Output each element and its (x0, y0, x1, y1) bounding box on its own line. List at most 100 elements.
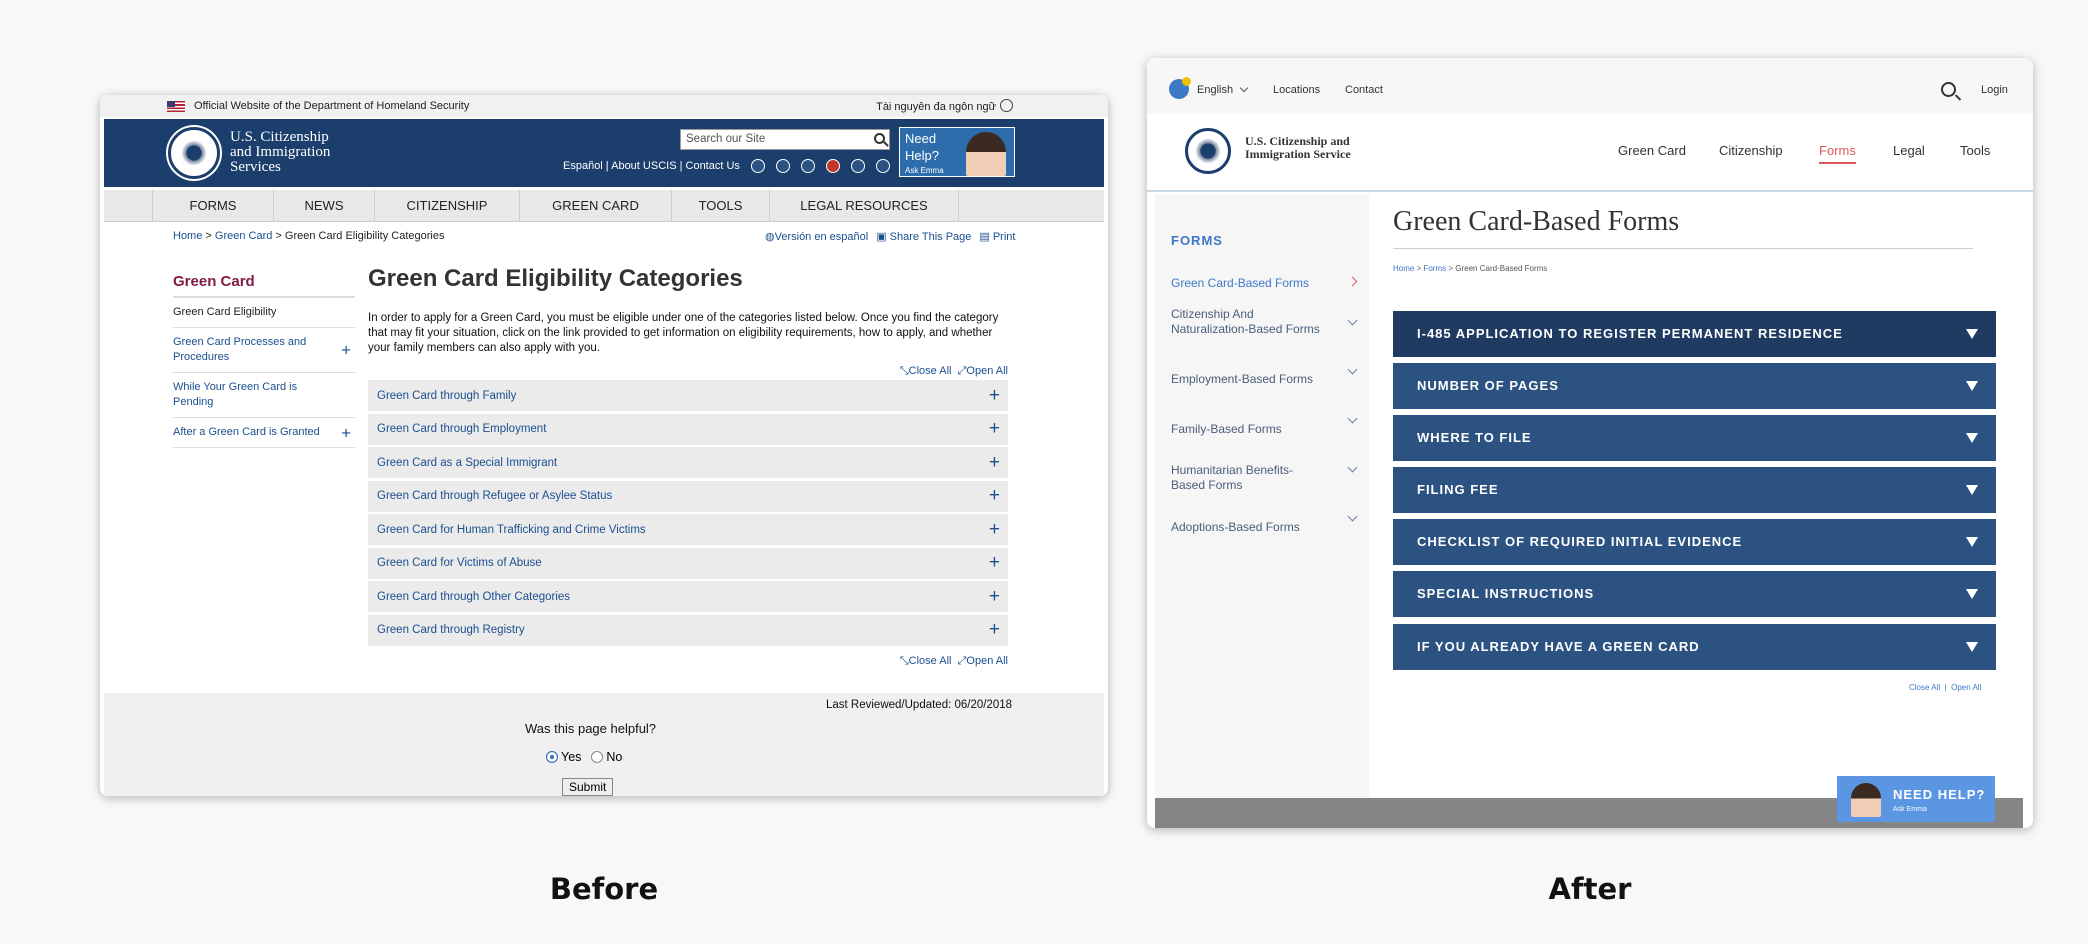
accordion-item[interactable]: I-485 APPLICATION TO REGISTER PERMANENT … (1393, 311, 1996, 357)
plus-icon: + (988, 451, 1000, 473)
nav-forms[interactable]: Forms (1819, 143, 1856, 164)
accordion-item[interactable]: Green Card through Family + (368, 380, 1008, 411)
search-icon[interactable] (874, 133, 885, 144)
need-help-button[interactable]: NEED HELP? Ask Emma (1837, 776, 1995, 822)
emma-avatar (1851, 783, 1881, 817)
language-link[interactable]: Tài nguyên đa ngôn ngữ (876, 99, 1013, 113)
plus-icon: + (988, 552, 1000, 573)
after-caption: After (1548, 872, 1632, 906)
breadcrumb-home[interactable]: Home (1393, 264, 1414, 273)
search-icon[interactable] (1941, 82, 1956, 97)
radio-unchecked-icon (591, 751, 604, 763)
nav-news[interactable]: NEWS (273, 190, 374, 222)
nav-green-card[interactable]: Green Card (1618, 143, 1686, 158)
emma-avatar (966, 132, 1006, 176)
dhs-seal-logo[interactable] (168, 127, 220, 179)
accordion-item[interactable]: SPECIAL INSTRUCTIONS (1393, 571, 1996, 617)
before-screenshot: Official Website of the Department of Ho… (100, 95, 1108, 796)
nav-forms[interactable]: FORMS (152, 190, 273, 222)
caret-down-icon (1966, 381, 1978, 391)
locations-link[interactable]: Locations (1273, 84, 1320, 96)
plus-icon: + (988, 418, 1000, 439)
accordion-item[interactable]: Green Card through Refugee or Asylee Sta… (368, 480, 1008, 512)
utility-bar: English Locations Contact Login (1147, 58, 2033, 114)
nav-tools[interactable]: Tools (1960, 143, 1990, 158)
agency-name: U.S. Citizenship and Immigration Service (1245, 134, 1351, 161)
need-help-button[interactable]: Need Help? Ask Emma (899, 127, 1015, 177)
dhs-seal-logo[interactable] (1185, 128, 1231, 174)
sidebar-item-family-forms[interactable]: Family-Based Forms (1171, 422, 1321, 437)
no-radio[interactable]: No (591, 750, 622, 764)
last-reviewed: Last Reviewed/Updated: 06/20/2018 (826, 699, 1013, 711)
spanish-version-link[interactable]: ◍Versión en español (765, 230, 868, 243)
sidebar-item-citizenship-forms[interactable]: Citizenship And Naturalization-Based For… (1171, 307, 1321, 337)
youtube-icon[interactable] (825, 159, 840, 173)
yes-radio[interactable]: Yes (546, 750, 581, 764)
close-all-link[interactable]: ⤡Close All (900, 655, 952, 667)
gov-banner: Official Website of the Department of Ho… (100, 95, 1108, 117)
open-all-link[interactable]: Open All (1951, 683, 1981, 692)
search-input[interactable]: Search our Site (680, 129, 890, 150)
sidebar-title: FORMS (1171, 233, 1223, 248)
caret-down-icon (1966, 589, 1978, 599)
linkedin-icon[interactable] (875, 159, 890, 173)
breadcrumb: Home > Forms > Green Card-Based Forms (1393, 264, 1548, 273)
breadcrumb-forms[interactable]: Forms (1423, 264, 1446, 273)
sidebar-title[interactable]: Green Card (173, 273, 355, 298)
sidebar-item-employment-forms[interactable]: Employment-Based Forms (1171, 372, 1321, 387)
accordion-item[interactable]: Green Card through Employment + (368, 413, 1008, 445)
open-all-link[interactable]: ⤢Open All (958, 365, 1008, 377)
facebook-icon[interactable] (750, 159, 765, 173)
breadcrumb-green-card[interactable]: Green Card (215, 230, 272, 242)
sidebar-item-granted[interactable]: After a Green Card is Granted + (173, 418, 355, 448)
site-header: U.S. Citizenship and Immigration Service … (1147, 114, 2033, 192)
sidebar-item-pending[interactable]: While Your Green Card is Pending (173, 373, 355, 418)
accordion-item[interactable]: Green Card for Victims of Abuse + (368, 547, 1008, 579)
nav-legal-resources[interactable]: LEGAL RESOURCES (769, 190, 959, 222)
nav-legal[interactable]: Legal (1893, 143, 1925, 158)
close-all-link[interactable]: Close All (1909, 683, 1940, 692)
email-icon[interactable] (850, 159, 865, 173)
nav-green-card[interactable]: GREEN CARD (519, 190, 671, 222)
print-link[interactable]: ▤ Print (979, 230, 1015, 243)
twitter-icon[interactable] (775, 159, 790, 173)
helpful-question: Was this page helpful? (525, 721, 657, 736)
accordion-item[interactable]: WHERE TO FILE (1393, 415, 1996, 461)
language-select[interactable]: English (1197, 83, 1249, 96)
main-content: Green Card Eligibility Categories In ord… (368, 265, 1008, 670)
page-utilities: ◍Versión en español ▣ Share This Page ▤ … (765, 230, 1015, 243)
sidebar-item-adoptions-forms[interactable]: Adoptions-Based Forms (1171, 520, 1321, 535)
accordion-item[interactable]: Green Card through Other Categories + (368, 581, 1008, 612)
sidebar-item-green-card-forms[interactable]: Green Card-Based Forms (1171, 276, 1321, 291)
nav-citizenship[interactable]: CITIZENSHIP (374, 190, 519, 222)
expand-icon[interactable]: + (341, 342, 351, 359)
submit-button[interactable]: Submit (562, 778, 614, 796)
accordion-item[interactable]: FILING FEE (1393, 467, 1996, 513)
caret-down-icon (1966, 642, 1978, 652)
plus-icon: + (988, 585, 1000, 607)
share-link[interactable]: ▣ Share This Page (876, 230, 971, 243)
nav-tools[interactable]: TOOLS (671, 190, 769, 222)
accordion-item[interactable]: CHECKLIST OF REQUIRED INITIAL EVIDENCE (1393, 519, 1996, 565)
accordion-item[interactable]: IF YOU ALREADY HAVE A GREEN CARD (1393, 624, 1996, 670)
instagram-icon[interactable] (800, 159, 815, 173)
sidebar-item-eligibility[interactable]: Green Card Eligibility (173, 298, 355, 328)
nav-citizenship[interactable]: Citizenship (1719, 143, 1783, 158)
sidebar-item-humanitarian-forms[interactable]: Humanitarian Benefits-Based Forms (1171, 463, 1321, 493)
gov-banner-text: Official Website of the Department of Ho… (194, 100, 470, 112)
sidebar-item-processes[interactable]: Green Card Processes and Procedures + (173, 328, 355, 373)
expand-icon[interactable]: + (341, 424, 351, 441)
close-all-link[interactable]: ⤡Close All (900, 365, 952, 377)
accordion-item[interactable]: Green Card through Registry + (368, 614, 1008, 646)
accordion-item[interactable]: NUMBER OF PAGES (1393, 363, 1996, 409)
login-link[interactable]: Login (1981, 84, 2008, 96)
chevron-down-icon (1239, 83, 1249, 93)
accordion-item[interactable]: Green Card as a Special Immigrant + (368, 447, 1008, 478)
title-divider (1393, 248, 1973, 249)
open-all-link[interactable]: ⤢Open All (958, 655, 1008, 667)
accordion-controls-bottom: ⤡Close All ⤢Open All (368, 652, 1008, 670)
breadcrumb-home[interactable]: Home (173, 230, 202, 242)
header-links-text[interactable]: Español | About USCIS | Contact Us (563, 160, 740, 172)
accordion-item[interactable]: Green Card for Human Trafficking and Cri… (368, 514, 1008, 545)
contact-link[interactable]: Contact (1345, 84, 1383, 96)
